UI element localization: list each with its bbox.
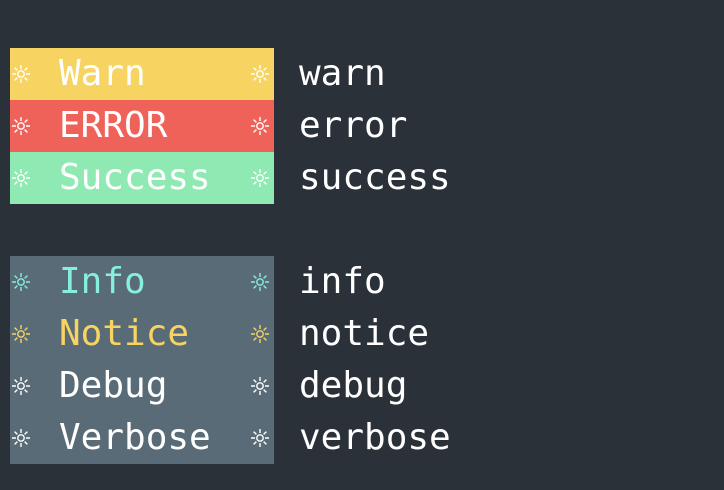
log-badge-success: Success <box>10 152 274 204</box>
sun-icon <box>12 169 30 187</box>
log-level-tag: warn <box>299 53 386 94</box>
sun-icon <box>12 429 30 447</box>
sun-icon <box>251 117 269 135</box>
log-badge-label: Notice <box>59 313 190 354</box>
log-badge-label: Warn <box>59 53 146 94</box>
log-level-row-info: Info info <box>10 256 710 308</box>
log-level-tag: error <box>299 105 408 146</box>
log-level-row-verbose: Verbose verbose <box>10 412 710 464</box>
sun-icon <box>251 325 269 343</box>
log-badge-label: ERROR <box>59 105 168 146</box>
sun-icon <box>251 273 269 291</box>
log-level-tag: success <box>299 157 451 198</box>
log-badge-label: Success <box>59 157 211 198</box>
sun-icon <box>251 429 269 447</box>
log-badge-warn: Warn <box>10 48 274 100</box>
sun-icon <box>251 169 269 187</box>
log-badge-error: ERROR <box>10 100 274 152</box>
log-level-row-warn: Warn warn <box>10 48 710 100</box>
sun-icon <box>12 325 30 343</box>
log-badge-label: Verbose <box>59 417 211 458</box>
log-level-tag: notice <box>299 313 430 354</box>
terminal-output: Warn warn ERROR error Success success In… <box>0 0 724 490</box>
sun-icon <box>12 117 30 135</box>
log-badge-notice: Notice <box>10 308 274 360</box>
log-badge-label: Info <box>59 261 146 302</box>
log-level-tag: info <box>299 261 386 302</box>
log-level-row-notice: Notice notice <box>10 308 710 360</box>
log-level-row-success: Success success <box>10 152 710 204</box>
sun-icon <box>251 65 269 83</box>
log-badge-label: Debug <box>59 365 168 406</box>
log-level-row-debug: Debug debug <box>10 360 710 412</box>
log-level-row-error: ERROR error <box>10 100 710 152</box>
log-badge-debug: Debug <box>10 360 274 412</box>
sun-icon <box>251 377 269 395</box>
log-level-tag: verbose <box>299 417 451 458</box>
log-badge-info: Info <box>10 256 274 308</box>
sun-icon <box>12 377 30 395</box>
log-badge-verbose: Verbose <box>10 412 274 464</box>
sun-icon <box>12 65 30 83</box>
log-level-tag: debug <box>299 365 408 406</box>
sun-icon <box>12 273 30 291</box>
